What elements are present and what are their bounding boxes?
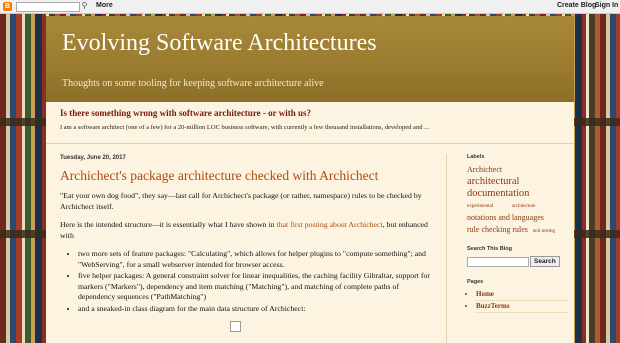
blog-title[interactable]: Evolving Software Architectures xyxy=(62,30,377,57)
search-icon[interactable]: ⚲ xyxy=(80,2,89,11)
blog-search-widget: Search This Blog Search xyxy=(467,246,567,267)
search-heading: Search This Blog xyxy=(467,246,512,252)
create-blog-link[interactable]: Create Blog xyxy=(557,2,596,9)
list-item: five helper packages: A general constrai… xyxy=(78,271,438,303)
label-link[interactable]: unit testing xyxy=(533,229,555,234)
featured-post-title[interactable]: Is there something wrong with software a… xyxy=(60,108,311,118)
label-link[interactable]: architectural documentation xyxy=(467,176,529,199)
pages-heading: Pages xyxy=(467,279,484,285)
sidebar: Labels Archichect architectural document… xyxy=(467,154,567,313)
broken-image-icon[interactable] xyxy=(230,321,241,332)
more-link[interactable]: More xyxy=(96,2,113,9)
labels-heading: Labels xyxy=(467,154,485,160)
first-posting-link[interactable]: that first posting about Archichect xyxy=(277,220,383,229)
label-cloud: Archichect architectural documentation e… xyxy=(467,164,567,237)
navbar-search-input[interactable] xyxy=(16,2,80,12)
label-link[interactable]: architecture xyxy=(512,204,536,209)
blogger-navbar: B ⚲ More Create Blog Sign In xyxy=(0,0,620,14)
blog-search-input[interactable] xyxy=(467,256,529,267)
post-body: "Eat your own dog food", they say—last c… xyxy=(60,191,438,336)
feature-list: two more sets of feature packages: "Calc… xyxy=(60,249,438,314)
search-button[interactable]: Search xyxy=(530,256,560,267)
divider xyxy=(46,143,574,144)
label-link[interactable]: experimental xyxy=(467,204,493,209)
blog-header: Evolving Software Architectures Thoughts… xyxy=(46,16,574,102)
list-item: two more sets of feature packages: "Calc… xyxy=(78,249,438,270)
post-paragraph: "Eat your own dog food", they say—last c… xyxy=(60,191,422,211)
page-link-home[interactable]: Home xyxy=(476,289,567,301)
featured-post-snippet: I am a software architect (one of a few)… xyxy=(60,124,429,131)
label-link[interactable]: rule checking rules xyxy=(467,225,528,234)
main-content: Is there something wrong with software a… xyxy=(46,102,574,343)
post-text: Here is the intended structure—it is ess… xyxy=(60,220,277,229)
post-paragraph: Here is the intended structure—it is ess… xyxy=(60,220,438,241)
post-date: Tuesday, June 20, 2017 xyxy=(60,155,126,161)
sign-in-link[interactable]: Sign In xyxy=(595,2,618,9)
post-title[interactable]: Archichect's package architecture checke… xyxy=(60,168,378,184)
label-link[interactable]: Archichect xyxy=(467,165,502,174)
sidebar-divider xyxy=(446,154,447,343)
label-link[interactable]: notations and languages xyxy=(467,213,544,222)
page-link-buzzterms[interactable]: BuzzTerms xyxy=(476,301,567,313)
blog-description: Thoughts on some tooling for keeping sof… xyxy=(62,78,324,89)
pages-widget: Pages Home BuzzTerms xyxy=(467,279,567,313)
blogger-logo-icon[interactable]: B xyxy=(3,2,12,11)
list-item: and a sneaked-in class diagram for the m… xyxy=(78,304,438,315)
